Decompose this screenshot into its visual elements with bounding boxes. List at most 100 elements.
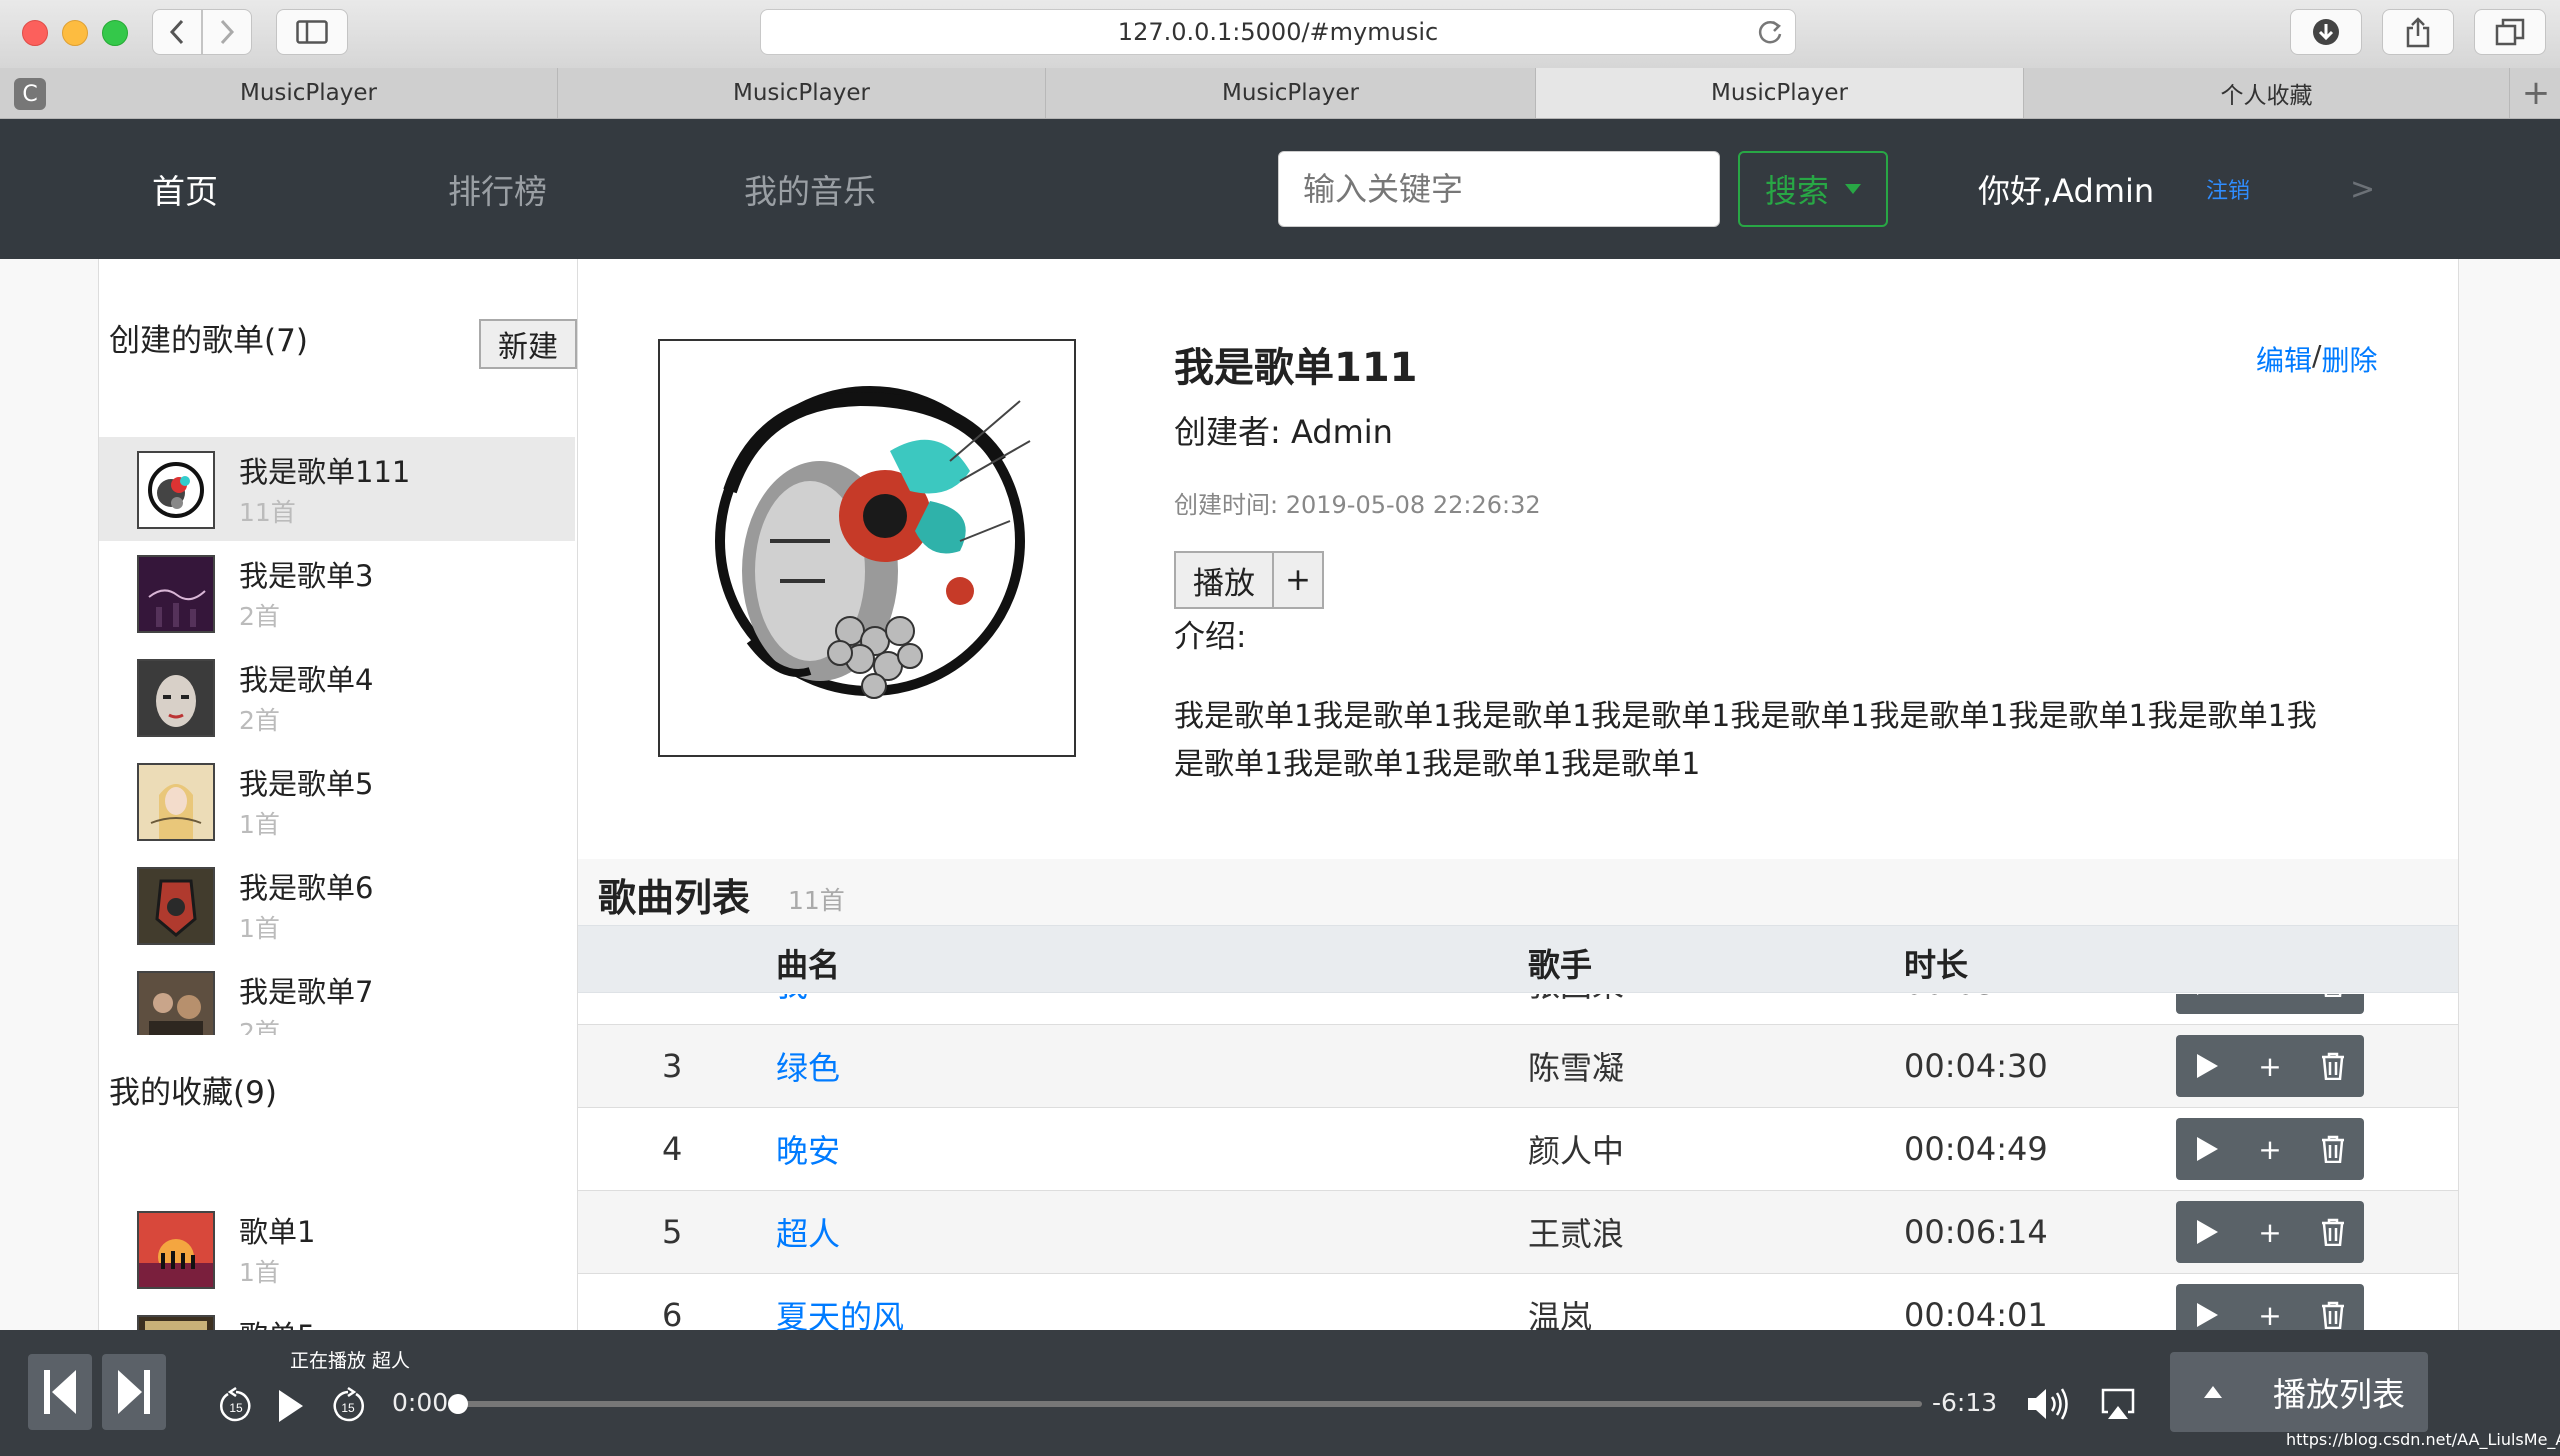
intro-text-line2: 是歌单1我是歌单1我是歌单1我是歌单1 bbox=[1174, 747, 1701, 782]
browser-tab-3[interactable]: MusicPlayer bbox=[1046, 68, 1536, 118]
play-icon[interactable] bbox=[2195, 1053, 2219, 1079]
song-artist: 陈雪凝 bbox=[1528, 1049, 1625, 1087]
playlist-item[interactable]: 我是歌单3 2首 bbox=[99, 541, 575, 645]
song-index: 2 bbox=[662, 994, 682, 1024]
new-tab-icon[interactable]: + bbox=[2512, 68, 2560, 118]
tab-overview-button[interactable] bbox=[2474, 9, 2546, 55]
song-artist: 王贰浪 bbox=[1528, 1215, 1625, 1253]
volume-icon[interactable] bbox=[2026, 1386, 2070, 1426]
close-window-button[interactable] bbox=[22, 20, 48, 46]
nav-charts[interactable]: 排行榜 bbox=[448, 119, 547, 259]
song-artist: 温岚 bbox=[1528, 1298, 1593, 1330]
pinned-tab-icon[interactable]: C bbox=[14, 78, 46, 110]
playlist-toggle-button[interactable] bbox=[2170, 1352, 2256, 1432]
minimize-window-button[interactable] bbox=[62, 20, 88, 46]
reload-icon[interactable] bbox=[1756, 18, 1784, 50]
play-icon[interactable] bbox=[2195, 1219, 2219, 1245]
delete-link[interactable]: 删除 bbox=[2321, 339, 2377, 379]
song-actions: + bbox=[2176, 994, 2364, 1014]
play-pause-icon[interactable] bbox=[276, 1388, 306, 1428]
play-all-button[interactable]: 播放 bbox=[1174, 551, 1274, 609]
trash-icon[interactable] bbox=[2321, 1301, 2345, 1329]
chevron-left-icon bbox=[169, 19, 184, 45]
table-row[interactable]: 6 夏天的风 温岚 00:04:01 + bbox=[578, 1273, 2458, 1330]
trash-icon[interactable] bbox=[2321, 1135, 2345, 1163]
playlist-cover bbox=[137, 555, 215, 633]
playlist-count: 1首 bbox=[239, 1258, 280, 1287]
progress-knob[interactable] bbox=[448, 1394, 468, 1414]
play-icon[interactable] bbox=[2195, 994, 2219, 996]
address-bar[interactable]: 127.0.0.1:5000/#mymusic bbox=[760, 9, 1796, 55]
table-row[interactable]: 2 我 张国荣 00:03:42 + bbox=[578, 994, 2458, 1024]
add-icon[interactable]: + bbox=[2258, 994, 2281, 1000]
edit-link[interactable]: 编辑 bbox=[2256, 339, 2312, 379]
trash-icon[interactable] bbox=[2321, 1218, 2345, 1246]
table-row[interactable]: 5 超人 王贰浪 00:06:14 + bbox=[578, 1190, 2458, 1273]
browser-tab-1[interactable]: MusicPlayer bbox=[60, 68, 558, 118]
tabs-icon bbox=[2495, 18, 2525, 46]
progress-track[interactable] bbox=[448, 1394, 1922, 1414]
audio-player-bar: 正在播放 超人 15 15 0:00 -6:13 播放列表 https://bl… bbox=[0, 1330, 2560, 1456]
logout-link[interactable]: 注销 bbox=[2206, 119, 2250, 259]
skip-forward-15-icon[interactable]: 15 bbox=[328, 1386, 368, 1426]
play-icon[interactable] bbox=[2195, 1302, 2219, 1328]
song-name-link[interactable]: 晚安 bbox=[776, 1108, 840, 1190]
playlist-name: 我是歌单4 bbox=[239, 663, 374, 697]
playlist-button[interactable]: 播放列表 bbox=[2250, 1352, 2428, 1432]
playlist-name: 歌单5 bbox=[239, 1313, 315, 1330]
play-icon[interactable] bbox=[2195, 1136, 2219, 1162]
add-icon[interactable]: + bbox=[2258, 1050, 2281, 1083]
playlist-name: 歌单1 bbox=[239, 1215, 316, 1249]
playlist-cover-large bbox=[658, 339, 1076, 757]
playlist-item[interactable]: 我是歌单6 1首 bbox=[99, 853, 575, 957]
table-row[interactable]: 4 晚安 颜人中 00:04:49 + bbox=[578, 1107, 2458, 1190]
table-row[interactable]: 3 绿色 陈雪凝 00:04:30 + bbox=[578, 1024, 2458, 1107]
playlist-item[interactable]: 我是歌单7 2首 bbox=[99, 957, 575, 1035]
search-input[interactable] bbox=[1278, 151, 1720, 227]
zoom-window-button[interactable] bbox=[102, 20, 128, 46]
add-icon[interactable]: + bbox=[2258, 1216, 2281, 1249]
browser-tab-2[interactable]: MusicPlayer bbox=[558, 68, 1046, 118]
favorite-item[interactable]: 歌单5 bbox=[99, 1301, 575, 1330]
playlist-cover bbox=[137, 971, 215, 1035]
back-button[interactable] bbox=[152, 9, 202, 55]
column-header-artist: 歌手 bbox=[1528, 946, 1593, 984]
playlist-item[interactable]: 我是歌单4 2首 bbox=[99, 645, 575, 749]
remaining-time: -6:13 bbox=[1932, 1388, 1998, 1417]
more-arrow[interactable]: > bbox=[2350, 119, 2375, 259]
song-name-link[interactable]: 绿色 bbox=[776, 1025, 840, 1107]
airplay-icon[interactable] bbox=[2100, 1386, 2136, 1426]
song-duration: 00:04:01 bbox=[1904, 1296, 2048, 1330]
new-playlist-button[interactable]: 新建 bbox=[479, 319, 577, 369]
song-name-link[interactable]: 超人 bbox=[776, 1191, 840, 1273]
song-name-link[interactable]: 我 bbox=[776, 994, 808, 1024]
browser-tab-4-active[interactable]: MusicPlayer bbox=[1536, 68, 2024, 118]
skip-back-seconds: 15 bbox=[229, 1401, 243, 1415]
favorite-item[interactable]: 歌单1 1首 bbox=[99, 1197, 575, 1301]
playlist-cover bbox=[137, 659, 215, 737]
song-index: 3 bbox=[662, 1047, 683, 1085]
playlist-item[interactable]: 我是歌单111 11首 bbox=[99, 437, 575, 541]
playlist-title: 我是歌单111 bbox=[1174, 345, 1418, 391]
downloads-button[interactable] bbox=[2290, 9, 2362, 55]
add-icon[interactable]: + bbox=[2258, 1133, 2281, 1166]
add-all-button[interactable]: + bbox=[1272, 551, 1324, 609]
forward-button[interactable] bbox=[202, 9, 252, 55]
playlist-name: 我是歌单6 bbox=[239, 871, 374, 905]
share-button[interactable] bbox=[2382, 9, 2454, 55]
previous-track-button[interactable] bbox=[28, 1354, 92, 1430]
sidebar-toggle-button[interactable] bbox=[276, 9, 348, 55]
nav-my-music[interactable]: 我的音乐 bbox=[744, 119, 876, 259]
trash-icon[interactable] bbox=[2321, 1052, 2345, 1080]
intro-text-line1: 我是歌单1我是歌单1我是歌单1我是歌单1我是歌单1我是歌单1我是歌单1我是歌单1… bbox=[1174, 699, 2317, 734]
add-icon[interactable]: + bbox=[2258, 1299, 2281, 1331]
skip-back-15-icon[interactable]: 15 bbox=[216, 1386, 256, 1426]
search-button[interactable]: 搜索 bbox=[1738, 151, 1888, 227]
trash-icon[interactable] bbox=[2321, 994, 2345, 997]
next-track-button[interactable] bbox=[102, 1354, 166, 1430]
song-duration: 00:03:42 bbox=[1904, 994, 2048, 1024]
nav-home[interactable]: 首页 bbox=[152, 119, 218, 259]
song-name-link[interactable]: 夏天的风 bbox=[776, 1274, 904, 1330]
browser-tab-5[interactable]: 个人收藏 bbox=[2024, 68, 2510, 118]
playlist-item[interactable]: 我是歌单5 1首 bbox=[99, 749, 575, 853]
